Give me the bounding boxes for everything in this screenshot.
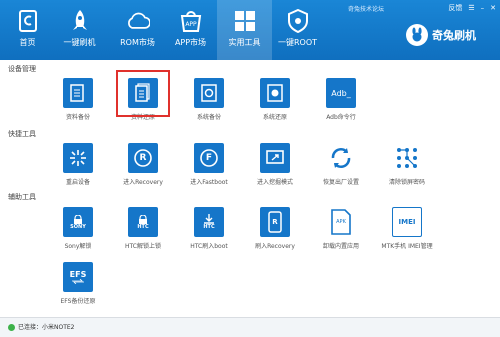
uninstall-app-icon: APK: [326, 207, 356, 237]
tool-mtk-imei-management[interactable]: IMEI MTK手机 IMEI管理: [379, 207, 435, 250]
nav-utility-tools-label: 实用工具: [228, 38, 261, 47]
tool-efs-backup-restore[interactable]: EFS EFS备份还原: [50, 262, 106, 305]
grid-icon: [233, 9, 257, 33]
tool-clear-lock-password[interactable]: 清除锁屏密码: [379, 143, 435, 186]
tool-factory-reset[interactable]: 恢复出厂设置: [313, 143, 369, 186]
nav-one-click-root-label: 一键ROOT: [277, 38, 318, 47]
fastboot-glyph: F: [205, 153, 213, 163]
close-icon[interactable]: ✕: [490, 4, 496, 12]
htc-boot-icon: HTC: [194, 207, 224, 237]
tool-enter-recovery[interactable]: R 进入Recovery: [115, 143, 171, 186]
imei-icon: IMEI: [392, 207, 422, 237]
tool-flash-recovery[interactable]: R 刷入Recovery: [247, 207, 303, 250]
htc-boot-glyph: HTC: [203, 224, 215, 230]
menu-icon[interactable]: ☰: [468, 4, 474, 12]
brand-name: 奇兔刷机: [432, 29, 476, 42]
nav-rom-market[interactable]: ROM市场: [110, 0, 165, 60]
tool-label: 卸载内置应用: [322, 243, 359, 250]
nav-utility-tools[interactable]: 实用工具: [217, 0, 272, 60]
tool-sony-unlock[interactable]: SONY Sony解锁: [50, 207, 106, 250]
feedback-link[interactable]: 反馈: [448, 3, 462, 13]
tool-restart-device[interactable]: 重启设备: [50, 143, 106, 186]
restart-icon: [63, 143, 93, 173]
tool-system-backup[interactable]: 系统备份: [181, 78, 237, 121]
tool-uninstall-builtin-apps[interactable]: APK 卸载内置应用: [313, 207, 369, 250]
tool-label: Adb命令行: [326, 114, 356, 121]
tool-label: 系统还原: [262, 114, 287, 121]
nav-rom-market-label: ROM市场: [120, 38, 155, 47]
tool-label: HTC刷入boot: [190, 243, 228, 250]
nav-home-label: 首页: [19, 38, 36, 47]
section-title-device-management: 设备管理: [8, 65, 36, 73]
tool-enter-fastboot[interactable]: F 进入Fastboot: [181, 143, 237, 186]
system-restore-icon: [260, 78, 290, 108]
nav-one-click-flash-label: 一键刷机: [63, 38, 96, 47]
system-backup-icon: [194, 78, 224, 108]
flash-recovery-glyph: R: [272, 218, 278, 226]
tool-label: 进入Recovery: [123, 179, 163, 186]
nav-home[interactable]: 首页: [0, 0, 55, 60]
tool-label: 进入挖掘模式: [256, 179, 293, 186]
sony-unlock-icon: SONY: [63, 207, 93, 237]
recovery-icon: R: [128, 143, 158, 173]
sony-glyph: SONY: [70, 223, 86, 230]
minimize-icon[interactable]: –: [481, 4, 485, 12]
forum-link[interactable]: 奇兔技术论坛: [348, 4, 384, 13]
home-icon: [16, 9, 40, 33]
section-title-auxiliary: 辅助工具: [8, 193, 36, 201]
tool-label: 恢复出厂设置: [322, 179, 359, 186]
efs-glyph: EFS: [69, 270, 87, 279]
tool-system-restore[interactable]: 系统还原: [247, 78, 303, 121]
rabbit-logo-icon: [406, 24, 428, 46]
svg-text:APP: APP: [185, 21, 197, 28]
document-backup-icon: [63, 78, 93, 108]
apk-glyph: APK: [336, 219, 346, 225]
tool-label: 刷入Recovery: [255, 243, 295, 250]
adb-terminal-icon: Adb_: [326, 78, 356, 108]
htc-glyph: HTC: [137, 223, 149, 230]
section-title-shortcuts: 快捷工具: [8, 130, 36, 138]
status-bar: 已连接：小米NOTE2: [0, 317, 500, 337]
tool-label: HTC解锁上锁: [124, 243, 161, 250]
imei-glyph: IMEI: [398, 218, 416, 226]
connected-status-icon: [8, 324, 15, 331]
adb-glyph: Adb_: [331, 88, 351, 98]
tool-label: 重启设备: [65, 179, 90, 186]
tool-htc-flash-boot[interactable]: HTC HTC刷入boot: [181, 207, 237, 250]
nav-app-market-label: APP市场: [174, 38, 207, 47]
tool-label: EFS备份还原: [60, 298, 96, 305]
pattern-lock-icon: [392, 143, 422, 173]
rocket-icon: [68, 9, 92, 33]
efs-icon: EFS: [63, 262, 93, 292]
tool-label: MTK手机 IMEI管理: [381, 243, 433, 250]
window-controls: 反馈 ☰ – ✕: [448, 3, 496, 13]
tool-label: 系统备份: [196, 114, 221, 121]
recovery-glyph: R: [139, 153, 147, 163]
flash-recovery-icon: R: [260, 207, 290, 237]
fastboot-icon: F: [194, 143, 224, 173]
shield-icon: [286, 9, 310, 33]
tool-enter-special-mode[interactable]: 进入挖掘模式: [247, 143, 303, 186]
tool-label: 资料备份: [65, 114, 90, 121]
app-store-icon: APP: [179, 9, 203, 33]
cloud-icon: [126, 9, 150, 33]
nav-one-click-flash[interactable]: 一键刷机: [52, 0, 107, 60]
connection-status-text: 已连接：小米NOTE2: [18, 324, 75, 331]
htc-unlock-icon: HTC: [128, 207, 158, 237]
top-navigation-bar: 首页 一键刷机 ROM市场 APP APP市场 实用工具 一键ROOT 奇兔技术…: [0, 0, 500, 60]
tool-data-backup[interactable]: 资料备份: [50, 78, 106, 121]
factory-reset-icon: [326, 143, 356, 173]
brand: 奇兔刷机: [406, 24, 476, 46]
tool-label: 进入Fastboot: [190, 179, 228, 186]
highlight-box: [116, 70, 170, 117]
nav-one-click-root[interactable]: 一键ROOT: [270, 0, 325, 60]
mode-icon: [260, 143, 290, 173]
tool-label: Sony解锁: [64, 243, 92, 250]
nav-app-market[interactable]: APP APP市场: [163, 0, 218, 60]
tool-htc-lock-unlock[interactable]: HTC HTC解锁上锁: [115, 207, 171, 250]
tool-label: 清除锁屏密码: [388, 179, 425, 186]
tool-adb-command[interactable]: Adb_ Adb命令行: [313, 78, 369, 121]
